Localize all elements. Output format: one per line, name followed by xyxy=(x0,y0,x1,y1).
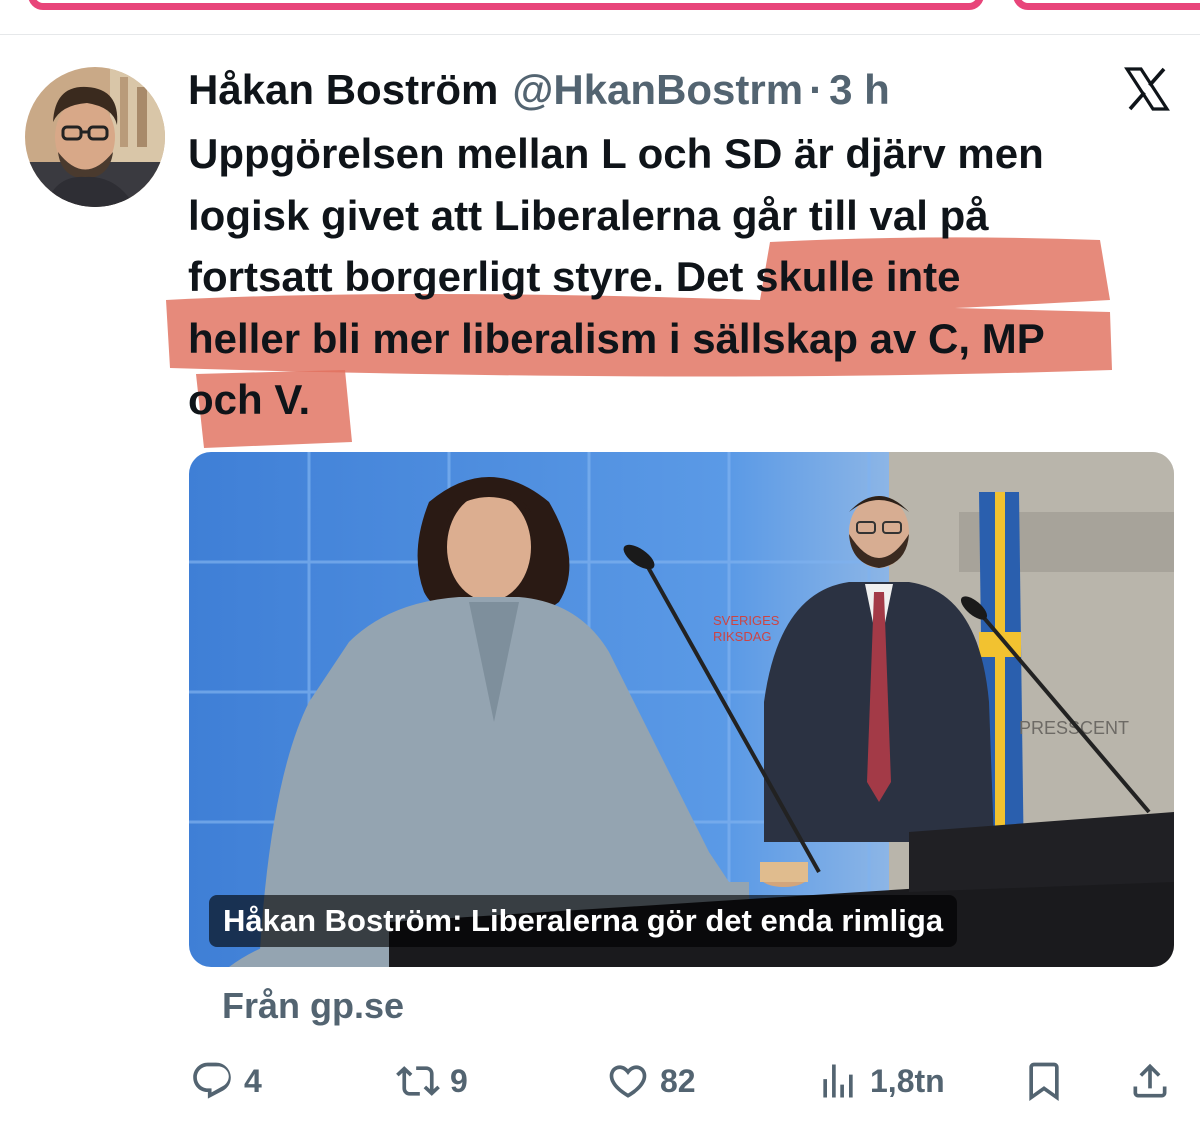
action-bar: 4 9 82 1,8tn xyxy=(0,1056,1200,1106)
reply-icon xyxy=(193,1062,231,1099)
share-icon xyxy=(1133,1063,1167,1098)
retweet-icon xyxy=(396,1066,440,1096)
article-photo: SVERIGES RIKSDAG PRESSCENT xyxy=(189,452,1174,967)
retweet-count: 9 xyxy=(450,1062,468,1099)
reply-button[interactable]: 4 xyxy=(190,1056,262,1106)
tweet-text: Uppgörelsen mellan L och SD är djärv men… xyxy=(188,123,1178,431)
tweet-text-line: och V. xyxy=(188,376,311,423)
backdrop-text: RIKSDAG xyxy=(713,629,772,644)
views-icon xyxy=(823,1064,853,1098)
bookmark-button[interactable] xyxy=(1022,1056,1076,1106)
tweet-text-line: heller bli mer liberalism i sällskap av … xyxy=(188,314,1045,362)
like-count: 82 xyxy=(660,1062,696,1099)
link-source[interactable]: Från gp.se xyxy=(222,985,404,1027)
tweet-text-line: logisk givet att Liberalerna går till va… xyxy=(188,191,989,239)
retweet-button[interactable]: 9 xyxy=(396,1056,468,1106)
link-card-media[interactable]: SVERIGES RIKSDAG PRESSCENT Håkan Boström… xyxy=(189,452,1174,967)
tweet-text-line: fortsatt borgerligt styre. Det skulle in… xyxy=(188,253,961,300)
heart-icon xyxy=(609,1065,647,1098)
like-button[interactable]: 82 xyxy=(606,1056,696,1106)
share-button[interactable] xyxy=(1128,1056,1182,1106)
tweet-text-line: Uppgörelsen mellan L och SD är djärv men xyxy=(188,130,1044,177)
article-title[interactable]: Håkan Boström: Liberalerna gör det enda … xyxy=(209,895,958,947)
backdrop-text: SVERIGES xyxy=(713,613,780,628)
views-button[interactable]: 1,8tn xyxy=(816,1056,945,1106)
bookmark-icon xyxy=(1029,1062,1059,1102)
reply-count: 4 xyxy=(244,1062,262,1099)
views-count: 1,8tn xyxy=(870,1062,945,1099)
